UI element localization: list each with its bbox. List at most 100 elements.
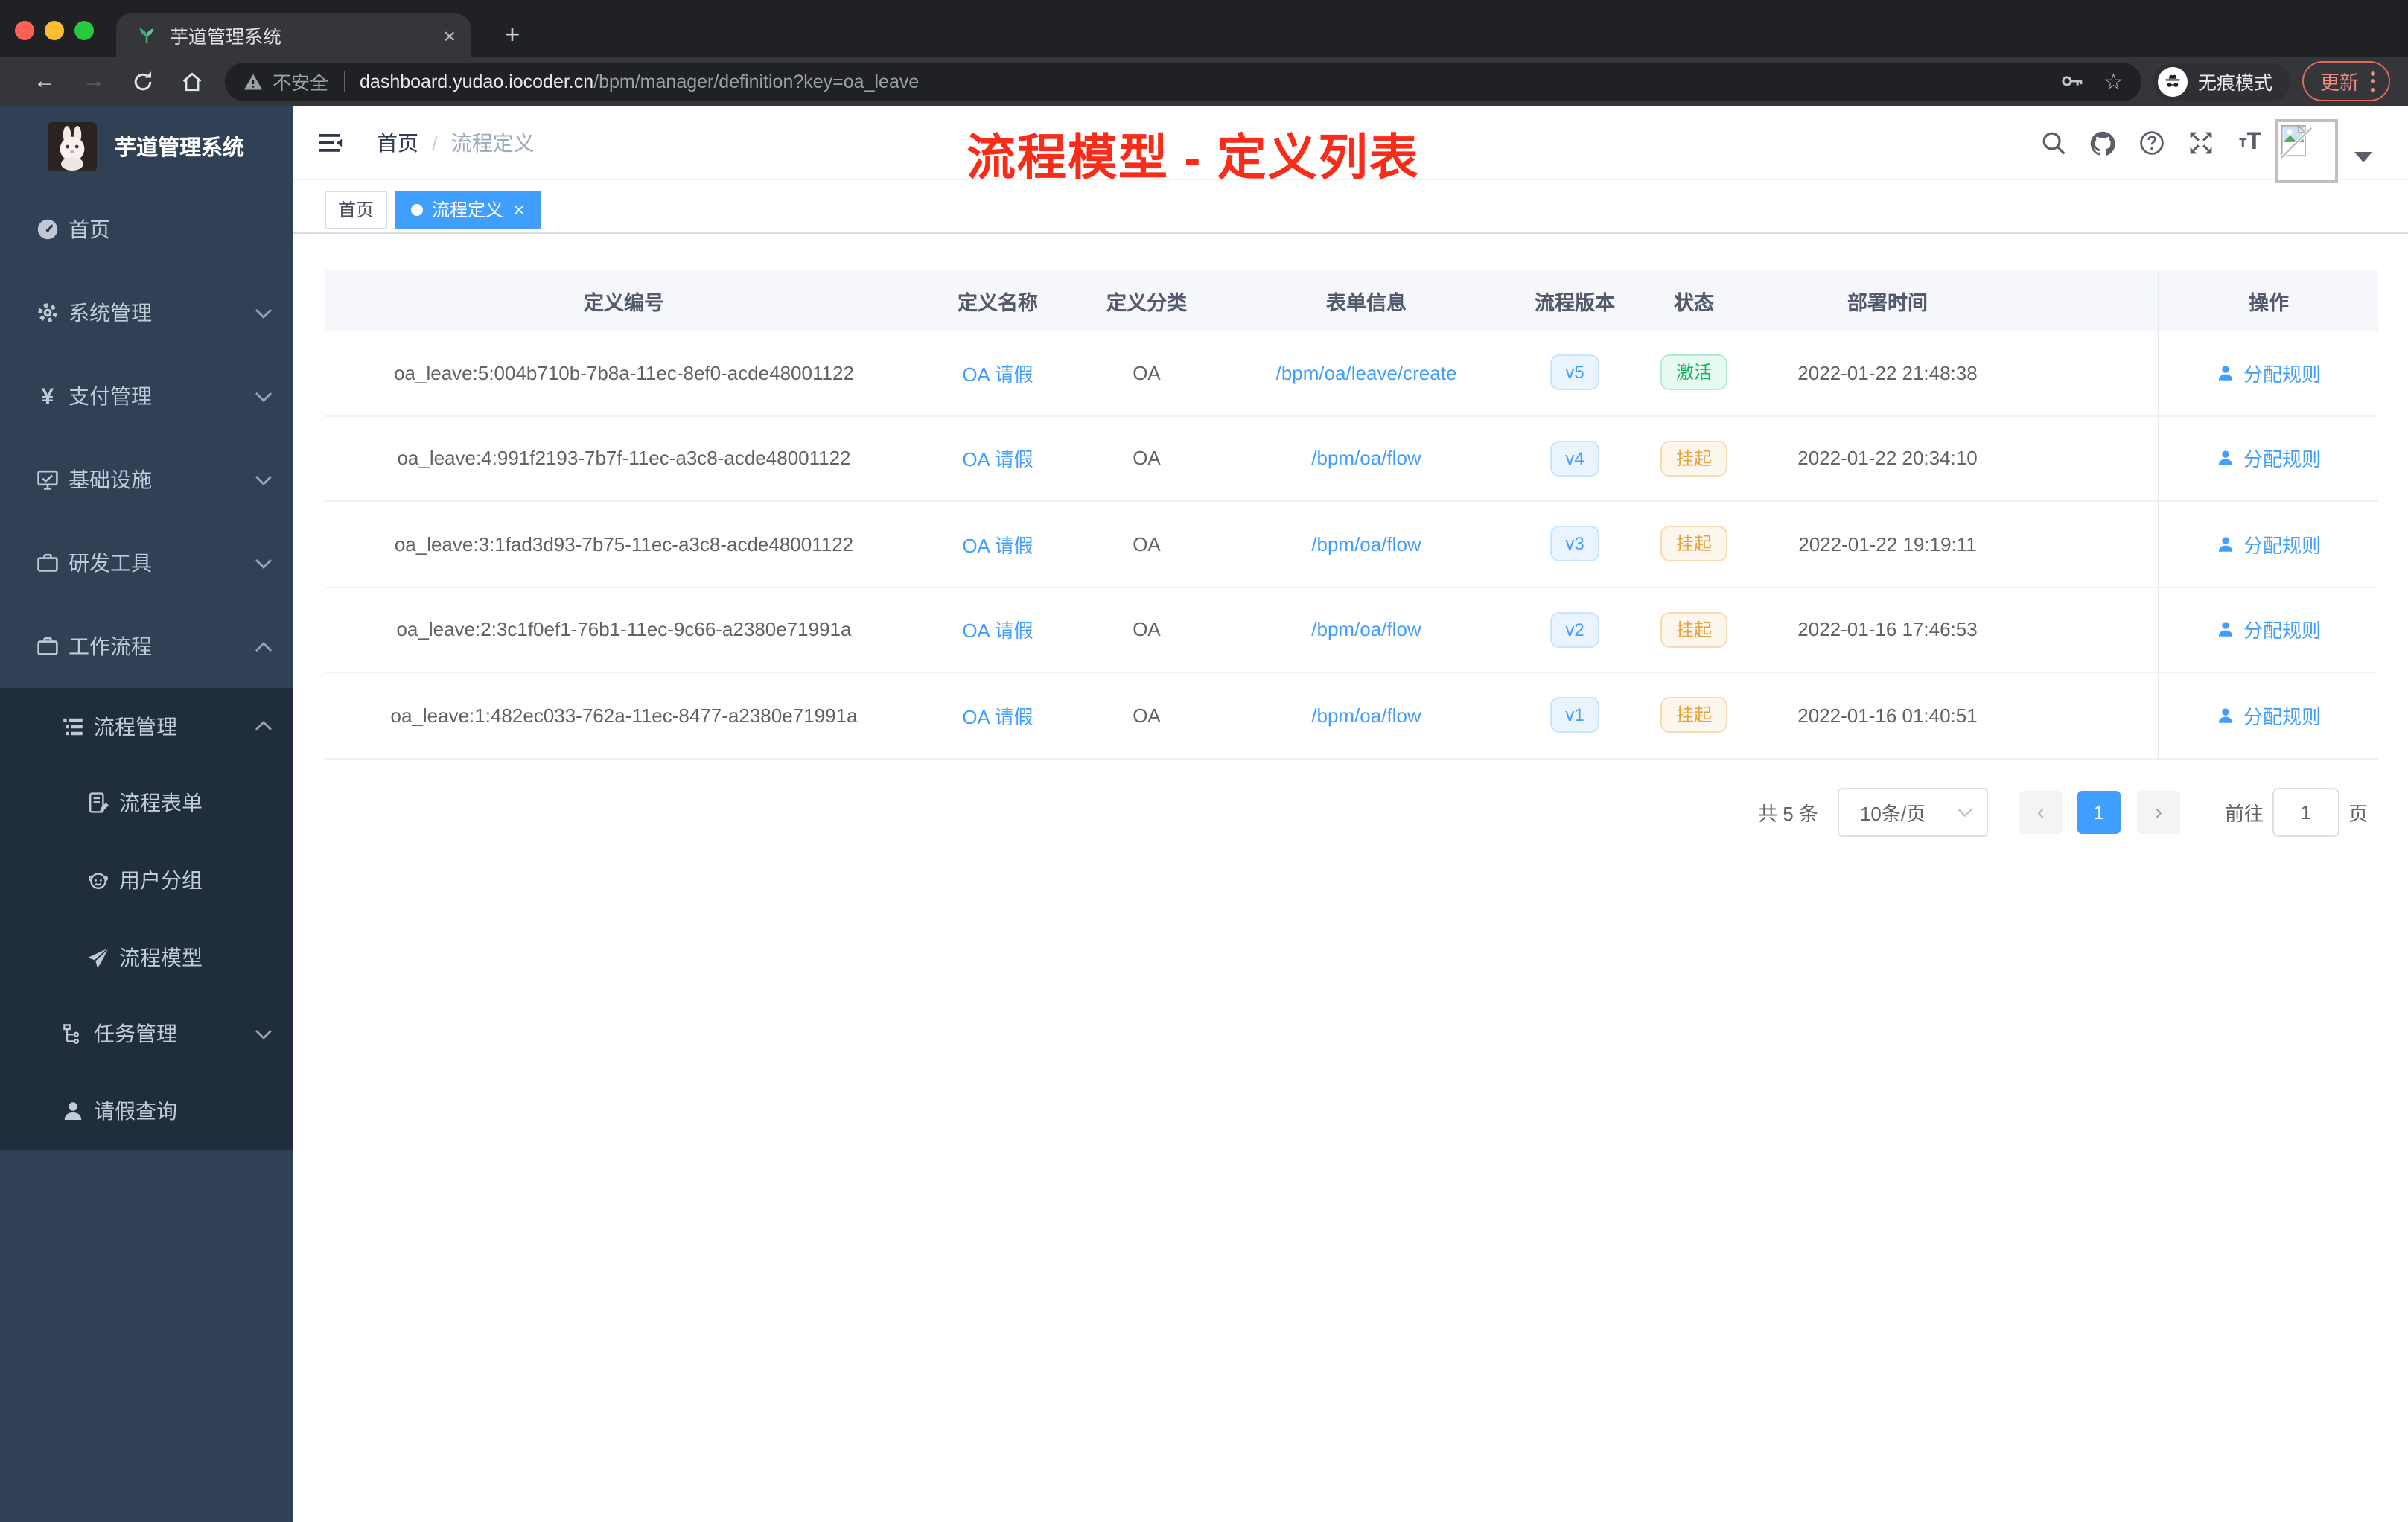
table-row: oa_leave:4:991f2193-7b7f-11ec-a3c8-acde4… — [325, 416, 2158, 502]
sidebar-item-payment[interactable]: ¥ 支付管理 — [0, 354, 293, 438]
deploy-time: 2022-01-22 19:19:11 — [1798, 532, 1977, 555]
forward-icon[interactable]: → — [79, 66, 109, 96]
status-badge: 挂起 — [1660, 697, 1727, 733]
window-zoom-button[interactable] — [74, 20, 94, 39]
definition-name-link[interactable]: OA 请假 — [962, 620, 1033, 643]
col-header-form: 表单信息 — [1326, 291, 1407, 313]
breadcrumb-home[interactable]: 首页 — [377, 127, 418, 157]
form-link[interactable]: /bpm/oa/leave/create — [1276, 362, 1457, 384]
tag-process-definition[interactable]: 流程定义 × — [395, 190, 541, 229]
sidebar-item-process-form[interactable]: 流程表单 — [0, 765, 293, 841]
definition-name-link[interactable]: OA 请假 — [962, 449, 1033, 471]
current-page-button[interactable]: 1 — [2077, 790, 2121, 833]
avatar[interactable] — [2275, 119, 2338, 183]
col-header-status: 状态 — [1674, 291, 1714, 313]
update-label[interactable]: 更新 — [2320, 67, 2359, 95]
tag-home[interactable]: 首页 — [325, 190, 388, 229]
key-icon[interactable] — [2059, 69, 2084, 94]
definition-name-link[interactable]: OA 请假 — [962, 363, 1033, 386]
table-main: 定义编号 定义名称 定义分类 表单信息 流程版本 状态 部署时间 oa_leav… — [325, 270, 2158, 759]
favicon-sprout-icon — [136, 24, 158, 46]
assign-rule-button[interactable]: 分配规则 — [2217, 616, 2321, 644]
breadcrumb-current: 流程定义 — [450, 130, 535, 154]
font-size-icon[interactable]: тT — [2237, 130, 2264, 156]
url-text[interactable]: dashboard.yudao.iocoder.cn/bpm/manager/d… — [360, 71, 2039, 92]
assign-rule-button[interactable]: 分配规则 — [2217, 701, 2321, 730]
sidebar-item-leave-query[interactable]: 请假查询 — [0, 1072, 293, 1149]
breadcrumb-separator: / — [432, 130, 438, 154]
document-edit-icon — [86, 792, 110, 815]
security-warning-icon[interactable] — [243, 71, 264, 92]
sidebar-item-system[interactable]: 系统管理 — [0, 271, 293, 354]
definition-category: OA — [1133, 361, 1161, 384]
definition-name-link[interactable]: OA 请假 — [962, 535, 1033, 557]
back-icon[interactable]: ← — [30, 66, 60, 96]
security-label: 不安全 — [273, 73, 329, 94]
sidebar-item-process-manage[interactable]: 流程管理 — [0, 688, 293, 765]
form-link[interactable]: /bpm/oa/flow — [1311, 704, 1421, 727]
sidebar-item-infra[interactable]: 基础设施 — [0, 438, 293, 521]
sidebar-item-label: 工作流程 — [69, 634, 152, 658]
window-minimize-button[interactable] — [45, 20, 64, 39]
col-header-name: 定义名称 — [958, 291, 1038, 313]
app-title: 芋道管理系统 — [115, 137, 244, 161]
sidebar-item-workflow[interactable]: 工作流程 — [0, 605, 293, 688]
yen-icon: ¥ — [41, 383, 54, 409]
hamburger-collapse-icon[interactable] — [317, 130, 344, 154]
browser-menu-update[interactable]: 更新 — [2302, 61, 2390, 101]
next-page-button[interactable]: › — [2136, 790, 2180, 833]
table-fixed-actions: 操作 分配规则 分配规则 分配规则 分配规则 分配规则 — [2158, 270, 2378, 759]
avatar-caret-down-icon[interactable] — [2354, 152, 2372, 162]
sidebar-item-task-manage[interactable]: 任务管理 — [0, 996, 293, 1072]
page-size-select[interactable]: 10条/页 — [1837, 787, 1988, 836]
app: 芋道管理系统 首页 系统管理 ¥ 支付管理 基础设施 研发工具 工作流程 流程管… — [0, 106, 2408, 1522]
user-group-face-icon — [86, 868, 110, 892]
tab-close-icon[interactable]: × — [444, 23, 456, 47]
table-row: oa_leave:3:1fad3d93-7b75-11ec-a3c8-acde4… — [325, 502, 2158, 588]
fullscreen-icon[interactable] — [2188, 130, 2214, 156]
assign-rule-button[interactable]: 分配规则 — [2217, 445, 2321, 473]
browser-chrome: 芋道管理系统 × + ← → 不安全 dashboard.yudao.iocod… — [0, 0, 2408, 106]
sidebar-item-user-group[interactable]: 用户分组 — [0, 841, 293, 918]
bookmark-star-icon[interactable]: ☆ — [2103, 68, 2124, 95]
page-annotation: 流程模型 - 定义列表 — [966, 130, 1420, 185]
form-link[interactable]: /bpm/oa/flow — [1311, 448, 1421, 470]
browser-tab[interactable]: 芋道管理系统 × — [116, 13, 471, 57]
prev-page-button[interactable]: ‹ — [2019, 790, 2063, 833]
reload-icon[interactable] — [128, 66, 158, 96]
paper-plane-icon — [86, 945, 110, 969]
sidebar-item-process-model[interactable]: 流程模型 — [0, 919, 293, 996]
goto-page-input[interactable] — [2272, 787, 2339, 836]
sidebar-logo[interactable]: 芋道管理系统 — [0, 106, 293, 188]
home-icon[interactable] — [177, 66, 207, 96]
pagination: 共 5 条 10条/页 ‹ 1 › 前往 页 — [325, 787, 2378, 836]
assign-rule-button[interactable]: 分配规则 — [2217, 359, 2321, 387]
help-icon[interactable] — [2138, 130, 2165, 156]
definition-id: oa_leave:1:482ec033-762a-11ec-8477-a2380… — [390, 704, 858, 727]
definition-id: oa_leave:3:1fad3d93-7b75-11ec-a3c8-acde4… — [394, 532, 854, 555]
browser-menu-dots-icon[interactable] — [2371, 71, 2375, 92]
assign-rule-button[interactable]: 分配规则 — [2217, 530, 2321, 558]
form-link[interactable]: /bpm/oa/flow — [1311, 619, 1421, 641]
url-divider — [343, 71, 345, 92]
list-tree-icon — [61, 715, 85, 739]
sidebar-item-home[interactable]: 首页 — [0, 188, 293, 271]
status-badge: 挂起 — [1660, 526, 1727, 562]
sidebar-item-devtools[interactable]: 研发工具 — [0, 521, 293, 605]
version-badge: v2 — [1550, 611, 1599, 648]
definition-id: oa_leave:4:991f2193-7b7f-11ec-a3c8-acde4… — [397, 447, 851, 470]
window-close-button[interactable] — [15, 20, 34, 39]
address-bar[interactable]: 不安全 dashboard.yudao.iocoder.cn/bpm/manag… — [225, 62, 2141, 101]
status-badge: 挂起 — [1660, 440, 1727, 477]
new-tab-button[interactable]: + — [491, 13, 533, 55]
form-link[interactable]: /bpm/oa/flow — [1311, 533, 1421, 555]
tag-close-icon[interactable]: × — [514, 200, 524, 218]
page-content: 定义编号 定义名称 定义分类 表单信息 流程版本 状态 部署时间 oa_leav… — [293, 234, 2408, 1522]
github-icon[interactable] — [2089, 130, 2116, 156]
definition-name-link[interactable]: OA 请假 — [962, 706, 1033, 728]
goto-label: 前往 — [2224, 802, 2264, 824]
definition-category: OA — [1133, 532, 1161, 555]
search-icon[interactable] — [2040, 130, 2067, 156]
col-header-version: 流程版本 — [1535, 291, 1615, 313]
briefcase-icon — [36, 634, 60, 658]
